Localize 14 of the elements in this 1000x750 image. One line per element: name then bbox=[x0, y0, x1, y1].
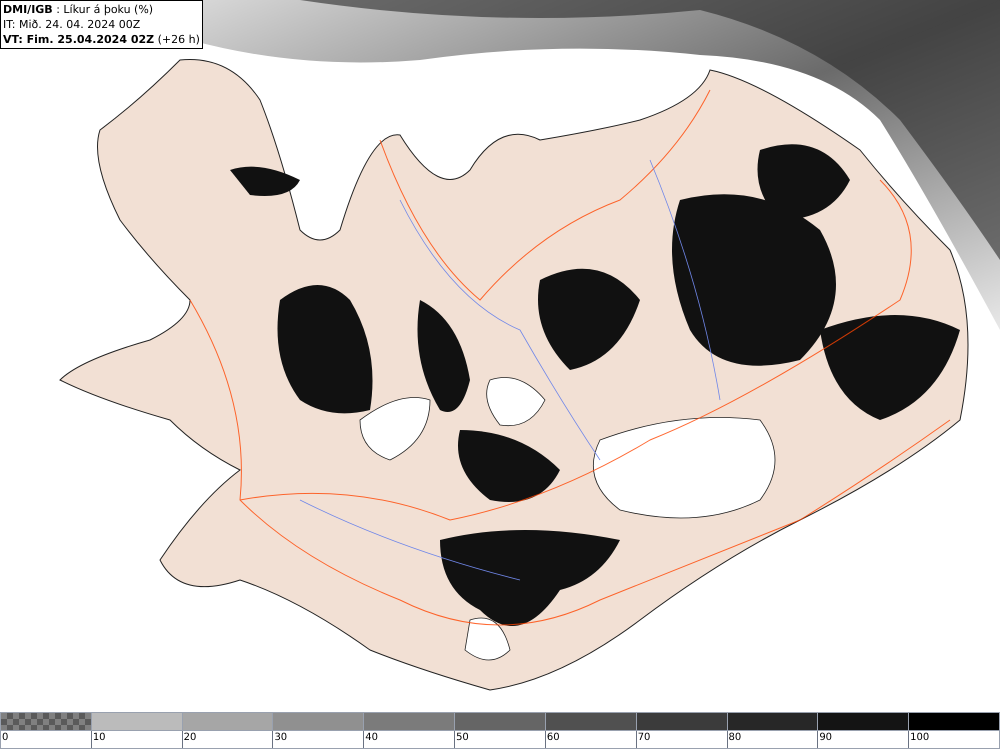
info-text: IT: Mið. 24. 04. 2024 00Z bbox=[3, 17, 142, 32]
legend-label: 20 bbox=[182, 731, 196, 744]
legend-label: 80 bbox=[728, 731, 742, 744]
legend-label: 70 bbox=[636, 731, 650, 744]
legend-label: 60 bbox=[546, 731, 560, 744]
info-text: DMI/IGB : Líkur á þoku (%) bbox=[3, 2, 154, 17]
legend-label: 30 bbox=[273, 731, 288, 744]
legend-label: 90 bbox=[818, 731, 832, 744]
legend-label: 50 bbox=[455, 731, 469, 744]
legend-label: 10 bbox=[92, 731, 106, 744]
legend-label: 40 bbox=[364, 731, 378, 744]
legend-label: 100 bbox=[909, 731, 930, 744]
info-text: VT: Fim. 25.04.2024 02Z (+26 h) bbox=[3, 32, 200, 47]
legend-label: 0 bbox=[1, 731, 8, 744]
